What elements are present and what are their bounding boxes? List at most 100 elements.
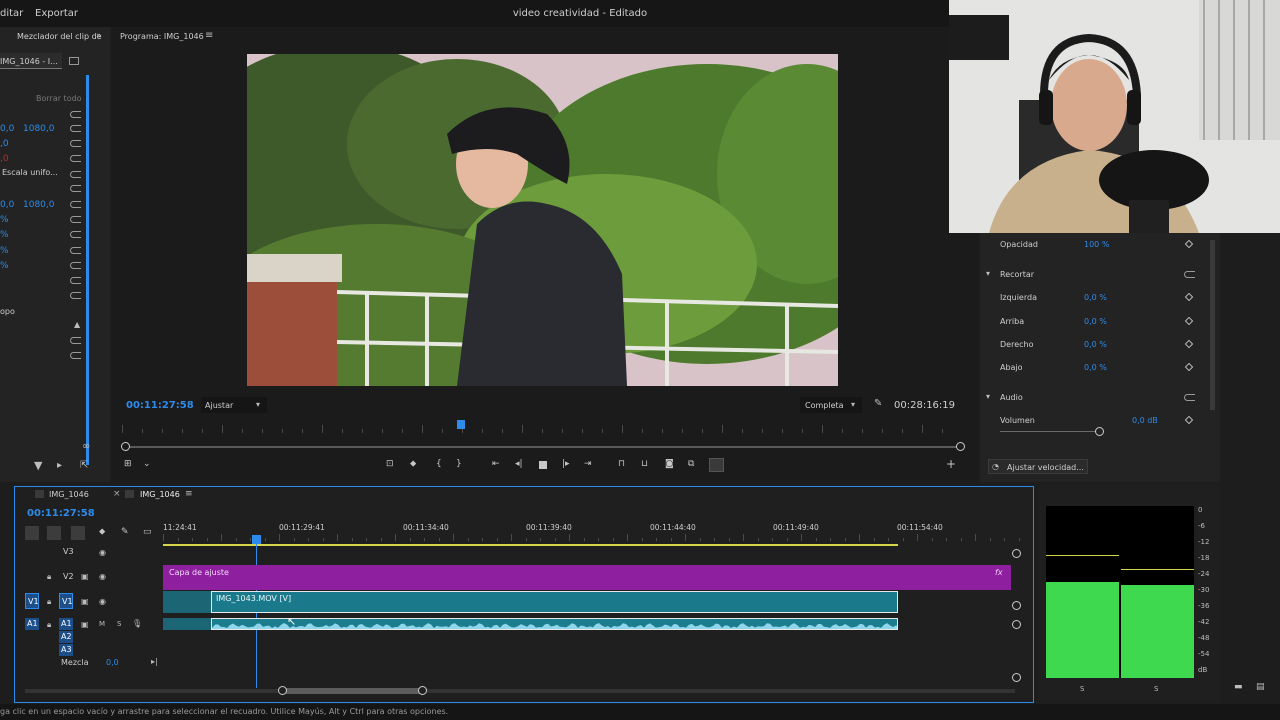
work-area-bar[interactable] xyxy=(163,544,898,546)
go-to-out-icon[interactable]: ⇥ xyxy=(584,459,592,469)
meter-solo-right[interactable]: S xyxy=(1154,685,1158,693)
panel-header[interactable]: Mezclador del clip de xyxy=(17,32,102,41)
prop-value[interactable]: 0,0 xyxy=(0,200,14,210)
chevron-down-icon[interactable]: ⌄ xyxy=(143,459,151,469)
track-a3-button[interactable]: A3 xyxy=(59,644,73,656)
timeline-hscroll[interactable] xyxy=(25,689,1015,693)
chevron-down-icon[interactable]: ▾ xyxy=(986,392,990,401)
crop-left-value[interactable]: 0,0 % xyxy=(1084,293,1107,302)
source-v1-button[interactable]: V1 xyxy=(25,593,39,609)
zoom-handle-right[interactable] xyxy=(956,442,965,451)
prop-value[interactable]: 1080,0 xyxy=(23,124,55,134)
crop-bottom-value[interactable]: 0,0 % xyxy=(1084,363,1107,372)
zoom-handle-left[interactable] xyxy=(278,686,287,695)
filter-icon[interactable]: ▼ xyxy=(34,459,42,472)
prop-value[interactable]: % xyxy=(0,246,9,256)
step-back-icon[interactable]: ◂| xyxy=(515,459,523,469)
menu-icon[interactable]: ≡ xyxy=(185,489,193,499)
prop-value[interactable]: ,0 xyxy=(0,154,9,164)
video-clip-prev[interactable] xyxy=(163,591,211,613)
reset-icon[interactable] xyxy=(70,352,81,359)
quality-select[interactable]: Completa ▾ xyxy=(800,397,862,413)
solo-icon[interactable]: S xyxy=(117,620,121,628)
reset-icon[interactable] xyxy=(70,292,81,299)
meter-solo-left[interactable]: S xyxy=(1080,685,1084,693)
effects-scrollbar[interactable] xyxy=(1210,240,1215,410)
chevron-down-icon[interactable]: ▾ xyxy=(986,269,990,278)
prop-value[interactable]: 1080,0 xyxy=(23,200,55,210)
reset-icon[interactable] xyxy=(70,201,81,208)
playhead-marker[interactable] xyxy=(457,420,465,429)
audio-section-label[interactable]: Audio xyxy=(1000,393,1023,402)
reset-icon[interactable] xyxy=(70,262,81,269)
clear-all[interactable]: Borrar todo xyxy=(36,94,82,103)
clip-tab[interactable]: IMG_1046 - I... xyxy=(0,53,62,69)
linked-icon[interactable] xyxy=(47,526,61,540)
scroll-handle[interactable] xyxy=(1012,620,1021,629)
track-a2-button[interactable]: A2 xyxy=(59,631,73,643)
scroll-handle[interactable] xyxy=(1012,601,1021,610)
keyframe-icon[interactable] xyxy=(1184,292,1194,302)
reset-icon[interactable] xyxy=(70,247,81,254)
chevron-right-icon[interactable]: » xyxy=(96,31,102,41)
mute-icon[interactable]: M xyxy=(99,620,105,628)
source-a1-button[interactable]: A1 xyxy=(25,618,39,630)
tab-edit[interactable]: ditar xyxy=(0,8,23,19)
zoom-handle-right[interactable] xyxy=(418,686,427,695)
lock-icon[interactable]: 🔒︎ xyxy=(47,572,51,582)
volume-slider-track[interactable] xyxy=(1000,431,1100,432)
reset-icon[interactable] xyxy=(70,111,81,118)
scroll-handle[interactable] xyxy=(1012,673,1021,682)
adjustment-layer-clip[interactable]: Capa de ajuste fx xyxy=(163,565,1011,590)
keyframe-icon[interactable] xyxy=(1184,239,1194,249)
scroll-indicator[interactable] xyxy=(86,75,89,465)
audio-clip[interactable] xyxy=(211,618,898,630)
go-to-in-icon[interactable]: ⇤ xyxy=(492,459,500,469)
prop-value[interactable]: % xyxy=(0,230,9,240)
selection-tool-icon[interactable] xyxy=(71,526,85,540)
sync-lock-icon[interactable]: ▣ xyxy=(81,572,89,581)
track-v1-button[interactable]: V1 xyxy=(59,593,73,609)
video-clip[interactable]: IMG_1043.MOV [V] xyxy=(211,591,898,613)
timeline-timecode[interactable]: 00:11:27:58 xyxy=(27,508,95,519)
timeline-tab-1[interactable]: IMG_1046 xyxy=(49,490,89,499)
playhead-handle[interactable] xyxy=(252,535,261,544)
track-a1-button[interactable]: A1 xyxy=(59,618,73,630)
menu-icon[interactable]: ≡ xyxy=(205,30,213,41)
mix-end-icon[interactable]: ▸| xyxy=(151,657,158,666)
panel-icon[interactable]: ▤ xyxy=(1256,682,1265,692)
timecode-current[interactable]: 00:11:27:58 xyxy=(126,400,194,411)
crop-top-value[interactable]: 0,0 % xyxy=(1084,317,1107,326)
reset-icon[interactable] xyxy=(1184,271,1195,278)
timeline-hscroll-thumb[interactable] xyxy=(283,688,423,694)
zoom-bar[interactable] xyxy=(124,446,962,448)
compare-icon[interactable]: ⧉ xyxy=(688,459,694,469)
panel-icon[interactable] xyxy=(69,57,79,65)
zoom-handle-left[interactable] xyxy=(121,442,130,451)
keyframe-icon[interactable] xyxy=(1184,316,1194,326)
opacity-value[interactable]: 100 % xyxy=(1084,240,1109,249)
keyframe-icon[interactable] xyxy=(1184,362,1194,372)
scroll-handle[interactable] xyxy=(1012,549,1021,558)
prop-value[interactable]: % xyxy=(0,215,9,225)
prop-value[interactable]: % xyxy=(0,261,9,271)
export-icon[interactable]: ⇱ xyxy=(80,460,88,471)
reset-icon[interactable] xyxy=(70,171,81,178)
stop-icon[interactable] xyxy=(539,461,547,469)
eye-icon[interactable]: ◉ xyxy=(99,548,106,557)
play-icon[interactable]: ▸ xyxy=(57,460,62,471)
step-forward-icon[interactable]: |▸ xyxy=(562,459,570,469)
prop-value[interactable]: 0,0 xyxy=(0,124,14,134)
reset-icon[interactable] xyxy=(70,337,81,344)
mini-ruler[interactable] xyxy=(122,419,962,433)
eye-icon[interactable]: ◉ xyxy=(99,597,106,606)
marker-icon[interactable]: ⬥ xyxy=(99,527,105,537)
sync-lock-icon[interactable]: ▣ xyxy=(81,620,89,629)
video-frame[interactable] xyxy=(247,54,838,386)
timeline-tab-2[interactable]: IMG_1046 xyxy=(140,490,180,499)
mark-in-icon[interactable]: { xyxy=(436,459,442,469)
fit-select[interactable]: Ajustar ▾ xyxy=(201,397,267,413)
prop-value[interactable]: ,0 xyxy=(0,139,9,149)
mic-icon[interactable]: 🎙︎ xyxy=(132,619,142,628)
loop-icon[interactable]: ∞ xyxy=(82,441,90,452)
